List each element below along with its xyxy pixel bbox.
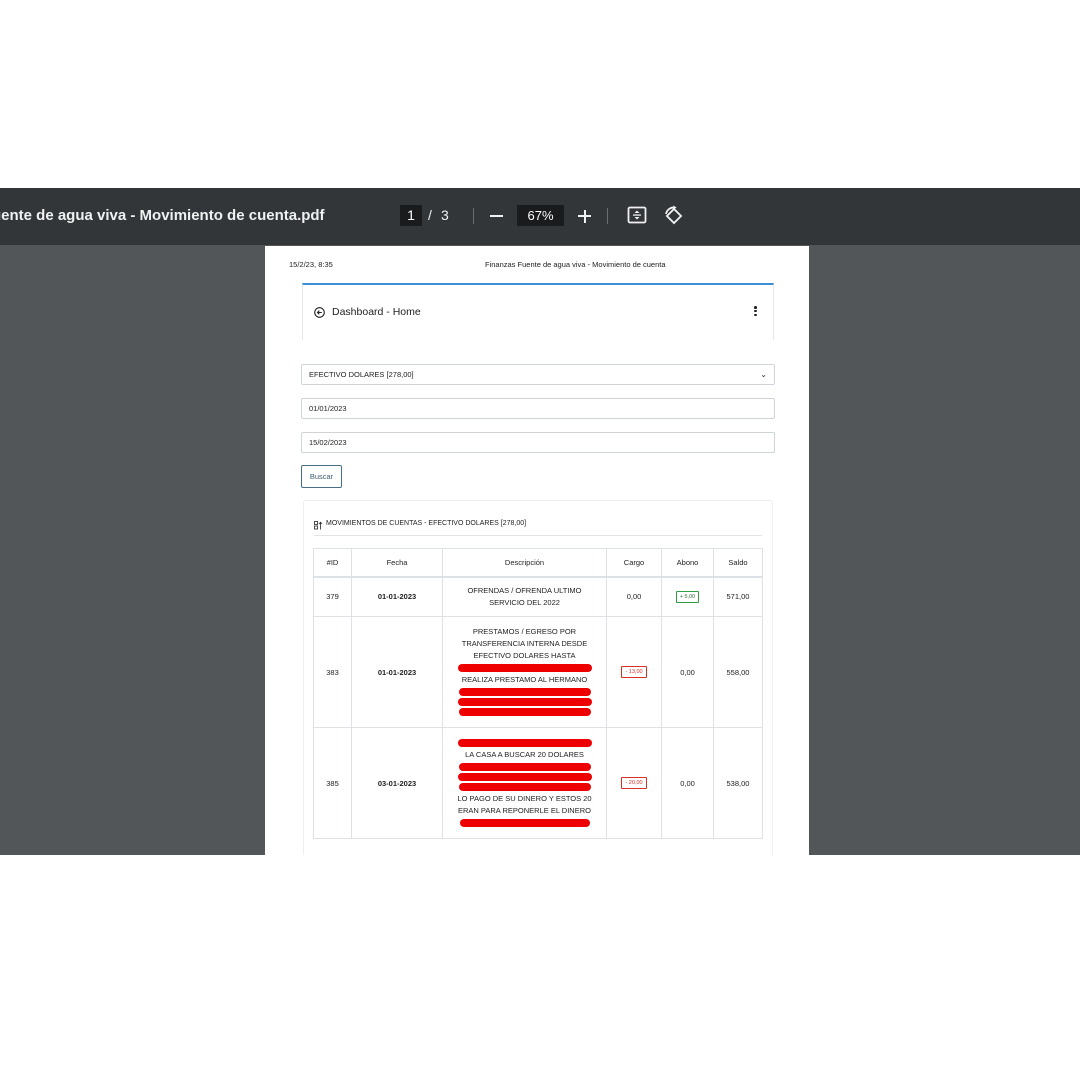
movements-table: #ID Fecha Descripción Cargo Abono Saldo … xyxy=(313,548,763,839)
rotate-button[interactable] xyxy=(663,205,685,227)
redaction-mark xyxy=(457,773,592,781)
redaction-mark xyxy=(458,688,591,696)
row-cargo: - 13,00 xyxy=(606,616,662,728)
row-id: 379 xyxy=(313,576,352,617)
row-saldo: 558,00 xyxy=(713,616,763,728)
zoom-in-button[interactable] xyxy=(575,203,595,229)
redaction-mark xyxy=(458,783,591,791)
print-title: Finanzas Fuente de agua viva - Movimient… xyxy=(485,260,666,269)
toolbar-divider xyxy=(607,208,608,224)
col-abono[interactable]: Abono xyxy=(661,548,714,578)
table-header-row: #ID Fecha Descripción Cargo Abono Saldo xyxy=(313,548,763,578)
date-to-field[interactable]: 15/02/2023 xyxy=(301,432,775,453)
pdf-viewer: uente de agua viva - Movimiento de cuent… xyxy=(0,188,1080,855)
redaction-mark xyxy=(457,698,592,706)
movements-card: MOVIMIENTOS DE CUENTAS - EFECTIVO DOLARE… xyxy=(303,500,773,855)
nav-card: Dashboard - Home xyxy=(302,283,774,340)
chevron-down-icon: ⌄ xyxy=(760,370,767,379)
desc-line: PRESTAMOS / EGRESO POR xyxy=(472,627,577,636)
nav-title[interactable]: Dashboard - Home xyxy=(332,306,421,318)
viewer-toolbar: uente de agua viva - Movimiento de cuent… xyxy=(0,188,1080,245)
account-select[interactable]: EFECTIVO DOLARES [278,00] ⌄ xyxy=(301,364,775,385)
table-row: 383 01-01-2023 PRESTAMOS / EGRESO POR TR… xyxy=(313,616,763,728)
movements-title: MOVIMIENTOS DE CUENTAS - EFECTIVO DOLARE… xyxy=(326,520,527,527)
desc-line: REALIZA PRESTAMO AL HERMANO xyxy=(461,675,588,684)
row-fecha: 03-01-2023 xyxy=(351,727,443,839)
desc-line: TRANSFERENCIA INTERNA DESDE xyxy=(461,639,588,648)
print-date: 15/2/23, 8:35 xyxy=(289,260,333,269)
col-saldo[interactable]: Saldo xyxy=(713,548,763,578)
page-separator: / xyxy=(428,207,432,223)
col-descripcion[interactable]: Descripción xyxy=(442,548,607,578)
page-number-input[interactable]: 1 xyxy=(400,205,422,226)
row-descripcion: LA CASA A BUSCAR 20 DOLARES LO PAGO DE S… xyxy=(442,727,607,839)
row-cargo: - 20,00 xyxy=(606,727,662,839)
zoom-level-input[interactable]: 67% xyxy=(517,205,564,226)
toolbar-divider xyxy=(473,208,474,224)
redaction-mark xyxy=(457,664,592,672)
date-from-field[interactable]: 01/01/2023 xyxy=(301,398,775,419)
table-row: 379 01-01-2023 OFRENDAS / OFRENDA ULTIMO… xyxy=(313,576,763,617)
sort-icon xyxy=(314,521,323,530)
cargo-badge: - 13,00 xyxy=(621,666,647,678)
row-fecha: 01-01-2023 xyxy=(351,616,443,728)
row-abono: + 5,00 xyxy=(661,576,714,617)
desc-line: EFECTIVO DOLARES HASTA xyxy=(473,651,576,660)
row-saldo: 538,00 xyxy=(713,727,763,839)
row-descripcion: OFRENDAS / OFRENDA ULTIMO SERVICIO DEL 2… xyxy=(442,576,607,617)
row-fecha: 01-01-2023 xyxy=(351,576,443,617)
account-select-value: EFECTIVO DOLARES [278,00] xyxy=(309,370,414,379)
row-cargo: 0,00 xyxy=(606,576,662,617)
row-abono: 0,00 xyxy=(661,727,714,839)
desc-line: LO PAGO DE SU DINERO Y ESTOS 20 xyxy=(457,794,592,803)
movements-header: MOVIMIENTOS DE CUENTAS - EFECTIVO DOLARE… xyxy=(314,520,762,536)
pdf-page: 15/2/23, 8:35 Finanzas Fuente de agua vi… xyxy=(265,246,809,855)
row-id: 383 xyxy=(313,616,352,728)
desc-line: ERAN PARA REPONERLE EL DINERO xyxy=(458,806,591,815)
row-abono: 0,00 xyxy=(661,616,714,728)
table-row: 385 03-01-2023 LA CASA A BUSCAR 20 DOLAR… xyxy=(313,727,763,839)
row-id: 385 xyxy=(313,727,352,839)
rotate-icon xyxy=(665,205,683,225)
search-button[interactable]: Buscar xyxy=(301,465,342,488)
redaction-mark xyxy=(457,739,592,747)
row-descripcion: PRESTAMOS / EGRESO POR TRANSFERENCIA INT… xyxy=(442,616,607,728)
redaction-mark xyxy=(458,708,591,716)
col-id[interactable]: #ID xyxy=(313,548,352,578)
desc-line: SERVICIO DEL 2022 xyxy=(489,597,560,607)
fit-to-page-button[interactable] xyxy=(627,206,649,226)
kebab-menu-icon[interactable] xyxy=(754,306,758,318)
redaction-mark xyxy=(458,763,591,771)
fit-page-icon xyxy=(627,206,647,224)
minus-icon xyxy=(489,215,503,217)
page-total: 3 xyxy=(441,207,449,223)
col-fecha[interactable]: Fecha xyxy=(351,548,443,578)
zoom-out-button[interactable] xyxy=(486,203,506,229)
col-cargo[interactable]: Cargo xyxy=(606,548,662,578)
cargo-badge: - 20,00 xyxy=(621,777,647,789)
row-saldo: 571,00 xyxy=(713,576,763,617)
redaction-mark xyxy=(459,819,590,827)
desc-line: LA CASA A BUSCAR 20 DOLARES xyxy=(465,750,584,759)
abono-badge: + 5,00 xyxy=(675,590,700,603)
back-arrow-icon[interactable] xyxy=(314,307,325,318)
document-title: uente de agua viva - Movimiento de cuent… xyxy=(0,207,325,224)
desc-line: OFRENDAS / OFRENDA ULTIMO xyxy=(467,585,582,595)
